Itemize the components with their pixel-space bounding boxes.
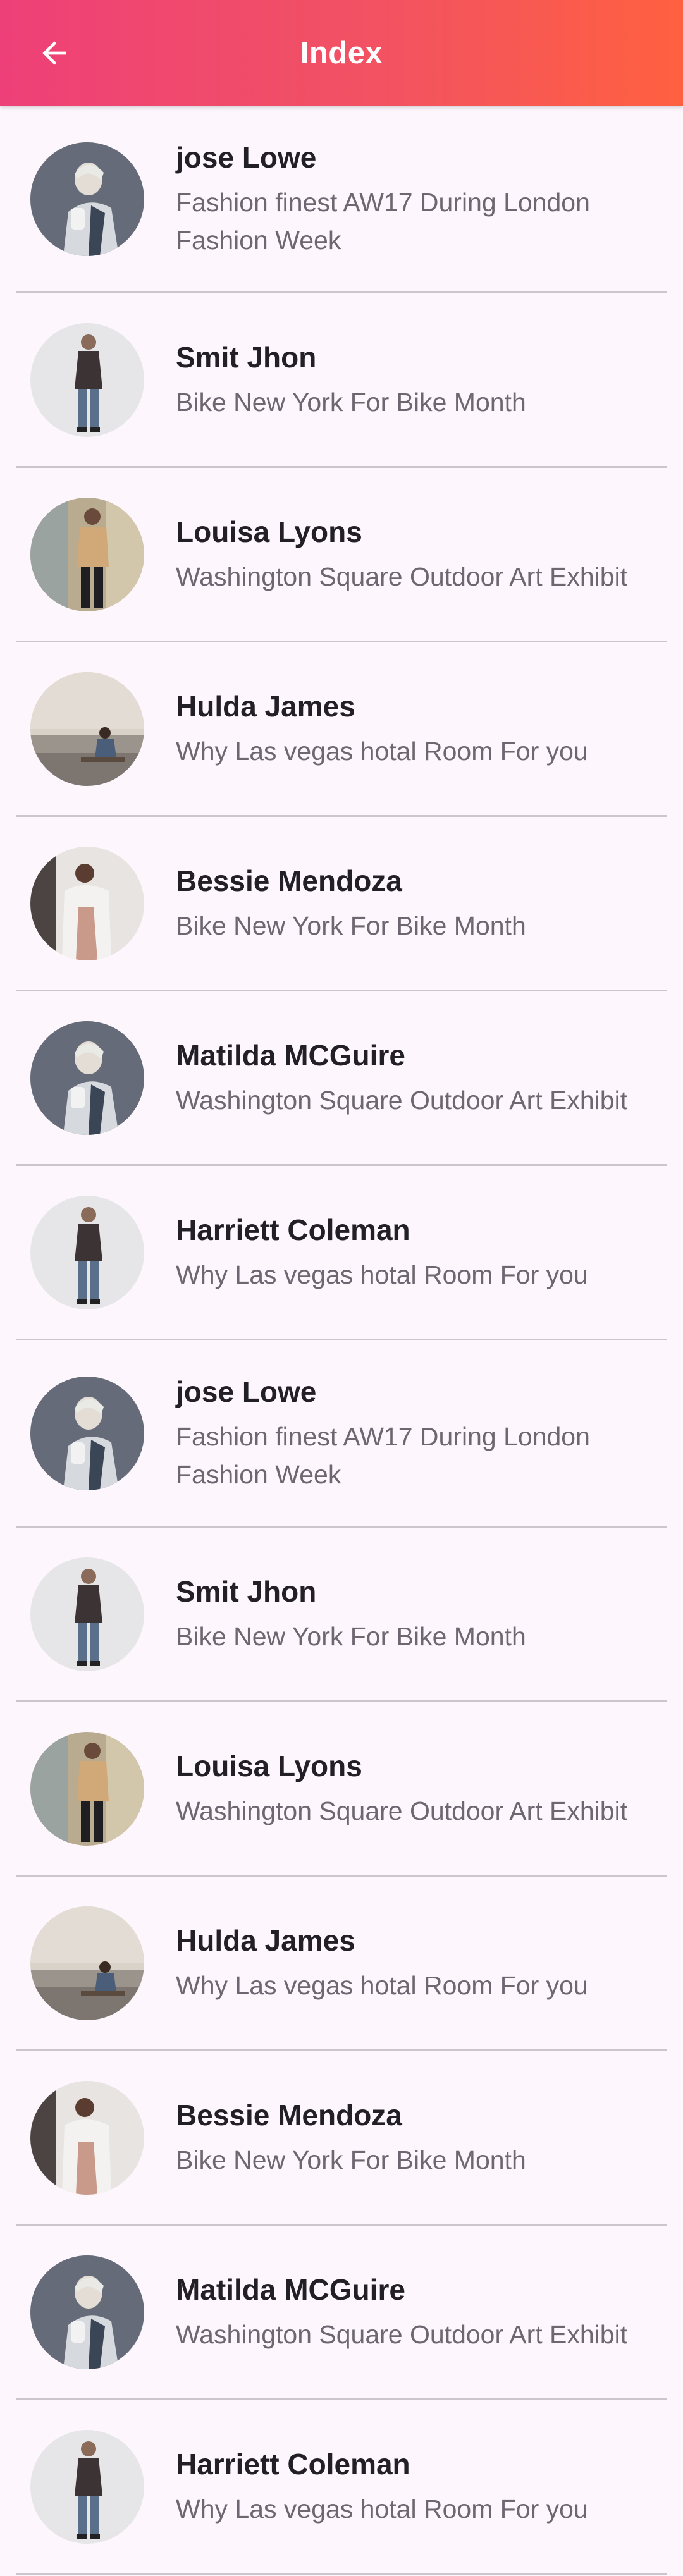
avatar [30,1195,144,1309]
back-button[interactable] [27,25,82,81]
item-subtitle: Fashion finest AW17 During London Fashio… [176,187,590,255]
list-item[interactable]: Bessie Mendoza Bike New York For Bike Mo… [16,2051,667,2226]
item-name: Matilda MCGuire [176,2272,405,2306]
avatar [30,1731,144,1846]
avatar [30,142,144,256]
item-subtitle: Why Las vegas hotal Room For you [176,2494,588,2524]
item-name: Bessie Mendoza [176,864,402,897]
list-item[interactable]: Bessie Mendoza Bike New York For Bike Mo… [16,817,667,991]
page-title: Index [300,36,383,70]
item-name: Smit Jhon [176,1574,317,1608]
avatar [30,497,144,611]
list-item[interactable]: Smit Jhon Bike New York For Bike Month [16,293,667,468]
item-name: jose Lowe [176,1375,317,1408]
item-subtitle: Washington Square Outdoor Art Exhibit [176,1085,628,1115]
item-name: Smit Jhon [176,340,317,374]
item-subtitle: Washington Square Outdoor Art Exhibit [176,561,628,591]
item-subtitle: Washington Square Outdoor Art Exhibit [176,1796,628,1825]
list-item[interactable]: Harriett Coleman Why Las vegas hotal Roo… [16,2400,667,2575]
avatar [30,1906,144,2020]
list-item[interactable]: Louisa Lyons Washington Square Outdoor A… [16,1702,667,1877]
avatar [30,1021,144,1135]
item-subtitle: Fashion finest AW17 During London Fashio… [176,1421,590,1489]
item-name: Hulda James [176,1923,355,1957]
item-subtitle: Washington Square Outdoor Art Exhibit [176,2319,628,2349]
item-name: Harriett Coleman [176,1213,410,1246]
item-subtitle: Why Las vegas hotal Room For you [176,736,588,766]
avatar [30,846,144,960]
item-name: Louisa Lyons [176,515,362,548]
list-item[interactable]: Hulda James Why Las vegas hotal Room For… [16,1877,667,2051]
avatar [30,2080,144,2195]
app-bar: Index [0,0,683,106]
item-subtitle: Bike New York For Bike Month [176,911,526,940]
item-name: jose Lowe [176,140,317,174]
list-item[interactable]: Smit Jhon Bike New York For Bike Month [16,1528,667,1702]
item-subtitle: Why Las vegas hotal Room For you [176,1970,588,2000]
list-item[interactable]: Matilda MCGuire Washington Square Outdoo… [16,2226,667,2400]
item-subtitle: Bike New York For Bike Month [176,387,526,417]
item-name: Matilda MCGuire [176,1038,405,1072]
arrow-back-icon [42,41,66,65]
item-subtitle: Bike New York For Bike Month [176,1621,526,1651]
item-subtitle: Why Las vegas hotal Room For you [176,1260,588,1289]
item-name: Bessie Mendoza [176,2098,402,2131]
avatar [30,322,144,437]
list-item[interactable]: jose Lowe Fashion finest AW17 During Lon… [16,1340,667,1528]
avatar [30,672,144,786]
avatar [30,1376,144,1490]
avatar [30,1557,144,1671]
contact-list: jose Lowe Fashion finest AW17 During Lon… [0,106,683,2575]
item-subtitle: Bike New York For Bike Month [176,2145,526,2174]
list-item[interactable]: Hulda James Why Las vegas hotal Room For… [16,642,667,817]
list-item[interactable]: Matilda MCGuire Washington Square Outdoo… [16,991,667,1166]
item-name: Louisa Lyons [176,1749,362,1782]
list-item[interactable]: Harriett Coleman Why Las vegas hotal Roo… [16,1166,667,1340]
item-name: Harriett Coleman [176,2447,410,2481]
avatar [30,2255,144,2369]
list-item[interactable]: Louisa Lyons Washington Square Outdoor A… [16,468,667,642]
avatar [30,2429,144,2544]
item-name: Hulda James [176,689,355,723]
list-item[interactable]: jose Lowe Fashion finest AW17 During Lon… [16,106,667,293]
